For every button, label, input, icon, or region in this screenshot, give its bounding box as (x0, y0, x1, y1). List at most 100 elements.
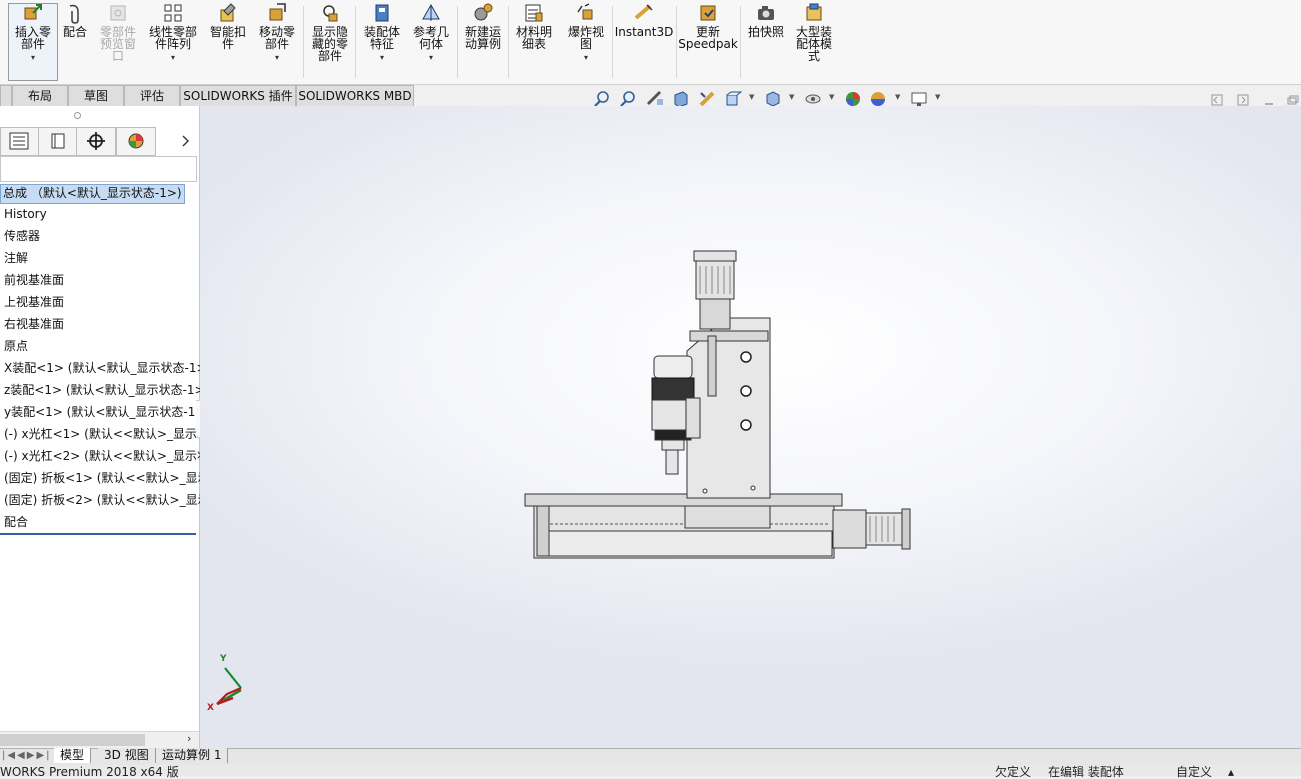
scrollbar-thumb[interactable] (0, 734, 145, 746)
tree-item[interactable]: z装配<1> (默认<默认_显示状态-1> (4, 382, 205, 398)
tree-item[interactable]: (-) x光杠<1> (默认<<默认>_显示状 (4, 426, 209, 442)
instant3d-label: Instant3D (614, 25, 674, 39)
assembly-features-button[interactable]: 装配体 特征 ▾ (360, 2, 404, 64)
chevron-down-icon[interactable]: ▼ (935, 93, 940, 101)
tab-scroll-arrows-icon[interactable]: |◀◀▶▶| (2, 750, 52, 761)
move-component-button[interactable]: 移动零 部件 ▾ (256, 2, 298, 64)
motion-study-icon (474, 3, 493, 21)
chevron-down-icon[interactable]: ▾ (584, 52, 588, 64)
ribbon-separator (740, 6, 741, 78)
bill-of-materials-icon (525, 4, 543, 22)
tab-solidworks-mbd[interactable]: SOLIDWORKS MBD (296, 85, 414, 106)
move-component-icon (269, 3, 286, 21)
chevron-down-icon[interactable]: ▾ (171, 52, 175, 64)
show-hidden-label: 显示隐 藏的零 部件 (311, 25, 348, 63)
chevron-down-icon[interactable]: ▼ (789, 93, 794, 101)
tree-filter-field[interactable] (0, 156, 197, 182)
property-manager-icon (51, 133, 65, 149)
rollback-bar[interactable] (0, 533, 196, 535)
take-snapshot-button[interactable]: 拍快照 (744, 2, 788, 38)
ribbon-separator (355, 6, 356, 78)
chevron-down-icon[interactable]: ▾ (429, 52, 433, 64)
reference-geometry-button[interactable]: 参考几 何体 ▾ (409, 2, 453, 64)
assembly-features-icon (375, 4, 389, 22)
exploded-view-button[interactable]: 爆炸视 图 ▾ (564, 2, 608, 64)
tree-item[interactable]: (固定) 折板<1> (默认<<默认>_显示 (4, 470, 210, 486)
tree-item[interactable]: 上视基准面 (4, 294, 64, 310)
triad-x-label: X (207, 703, 214, 713)
chevron-down-icon[interactable]: ▾ (275, 52, 279, 64)
status-definition: 欠定义 (995, 765, 1032, 779)
tab-property-manager[interactable] (38, 127, 78, 156)
tab-feature-manager[interactable] (0, 127, 40, 156)
linear-pattern-label: 线性零部 件阵列 (148, 25, 197, 51)
tree-item[interactable]: 原点 (4, 338, 28, 354)
chevron-right-icon[interactable]: › (187, 732, 191, 745)
mate-button[interactable]: 配合 (60, 2, 90, 38)
tree-item[interactable]: 前视基准面 (4, 272, 64, 288)
speedpak-icon (700, 5, 716, 21)
tab-layout[interactable]: 布局 (12, 85, 68, 106)
triad-y-label: Y (220, 654, 227, 664)
tab-sketch[interactable]: 草图 (68, 85, 124, 106)
reference-geometry-icon (422, 3, 440, 21)
show-hidden-icon (323, 5, 338, 22)
tab-3d-views[interactable]: 3D 视图 (98, 748, 156, 763)
take-snapshot-label: 拍快照 (747, 25, 784, 39)
tree-item[interactable]: 配合 (4, 514, 28, 530)
chevron-down-icon[interactable]: ▼ (749, 93, 754, 101)
restore-pane-icon[interactable] (1210, 93, 1224, 107)
ribbon-separator (612, 6, 613, 78)
tree-item[interactable]: History (4, 206, 47, 222)
tab-display-manager[interactable] (116, 127, 156, 156)
update-speedpak-button[interactable]: 更新 Speedpak (678, 2, 738, 50)
tree-horizontal-scrollbar[interactable]: › (0, 731, 199, 749)
tree-item[interactable]: X装配<1> (默认<默认_显示状态-1> (4, 360, 207, 376)
chevron-up-icon[interactable]: ▴ (1228, 765, 1234, 779)
minimize-icon[interactable] (1262, 93, 1276, 107)
maximize-icon[interactable] (1285, 93, 1299, 107)
expand-pane-icon[interactable] (1236, 93, 1250, 107)
tab-solidworks-addins[interactable]: SOLIDWORKS 插件 (180, 85, 296, 106)
bill-of-materials-button[interactable]: 材料明 细表 (512, 2, 556, 50)
smart-fasteners-button[interactable]: 智能扣 件 (207, 2, 249, 50)
instant3d-button[interactable]: Instant3D (614, 2, 674, 39)
status-product: WORKS Premium 2018 x64 版 (0, 765, 179, 779)
tab-assembly-partial[interactable] (0, 85, 12, 106)
tree-item[interactable]: (固定) 折板<2> (默认<<默认>_显示 (4, 492, 210, 508)
tab-configuration-manager[interactable] (76, 127, 116, 156)
status-editing: 在编辑 装配体 (1048, 765, 1124, 779)
tab-motion-study-1[interactable]: 运动算例 1 (156, 748, 229, 763)
insert-component-label: 插入零 部件 (14, 25, 51, 51)
large-assembly-mode-button[interactable]: 大型装 配体模 式 (792, 2, 836, 62)
chevron-down-icon[interactable]: ▼ (895, 93, 900, 101)
new-motion-study-button[interactable]: 新建运 动算例 (461, 2, 505, 50)
chevron-down-icon[interactable]: ▾ (380, 52, 384, 64)
graphics-viewport[interactable]: Y X (200, 106, 1301, 748)
preview-window-label: 零部件 预览窗 口 (99, 25, 136, 63)
show-hidden-components-button[interactable]: 显示隐 藏的零 部件 (308, 2, 352, 62)
reference-geometry-label: 参考几 何体 (412, 25, 449, 51)
tree-item[interactable]: 注解 (4, 250, 28, 266)
tab-evaluate[interactable]: 评估 (124, 85, 180, 106)
insert-component-icon (24, 4, 42, 20)
tab-model[interactable]: 模型 (54, 748, 92, 763)
smart-fasteners-label: 智能扣 件 (209, 25, 246, 51)
smart-fasteners-icon (220, 3, 236, 22)
cnc-assembly-model[interactable] (200, 106, 1301, 748)
linear-pattern-button[interactable]: 线性零部 件阵列 ▾ (146, 2, 200, 64)
chevron-down-icon[interactable]: ▾ (31, 52, 35, 64)
instant3d-icon (634, 4, 653, 20)
tree-item[interactable]: 传感器 (4, 228, 40, 244)
tree-item[interactable]: 右视基准面 (4, 316, 64, 332)
panel-splitter-handle[interactable] (74, 112, 81, 119)
ribbon-separator (303, 6, 304, 78)
tree-item[interactable]: y装配<1> (默认<默认_显示状态-1> (4, 404, 205, 420)
status-units[interactable]: 自定义 (1176, 765, 1212, 779)
command-manager-ribbon: 插入零 部件 ▾ 配合 零部件 预览窗 口 线性零部 件阵列 ▾ 智能扣 件 移… (0, 0, 1301, 85)
insert-component-button[interactable]: 插入零 部件 ▾ (12, 2, 54, 64)
tree-item[interactable]: (-) x光杠<2> (默认<<默认>_显示状 (4, 448, 209, 464)
chevron-right-icon[interactable] (181, 134, 191, 148)
chevron-down-icon[interactable]: ▼ (829, 93, 834, 101)
tree-root-assembly[interactable]: 总成 （默认<默认_显示状态-1>) (0, 184, 185, 204)
